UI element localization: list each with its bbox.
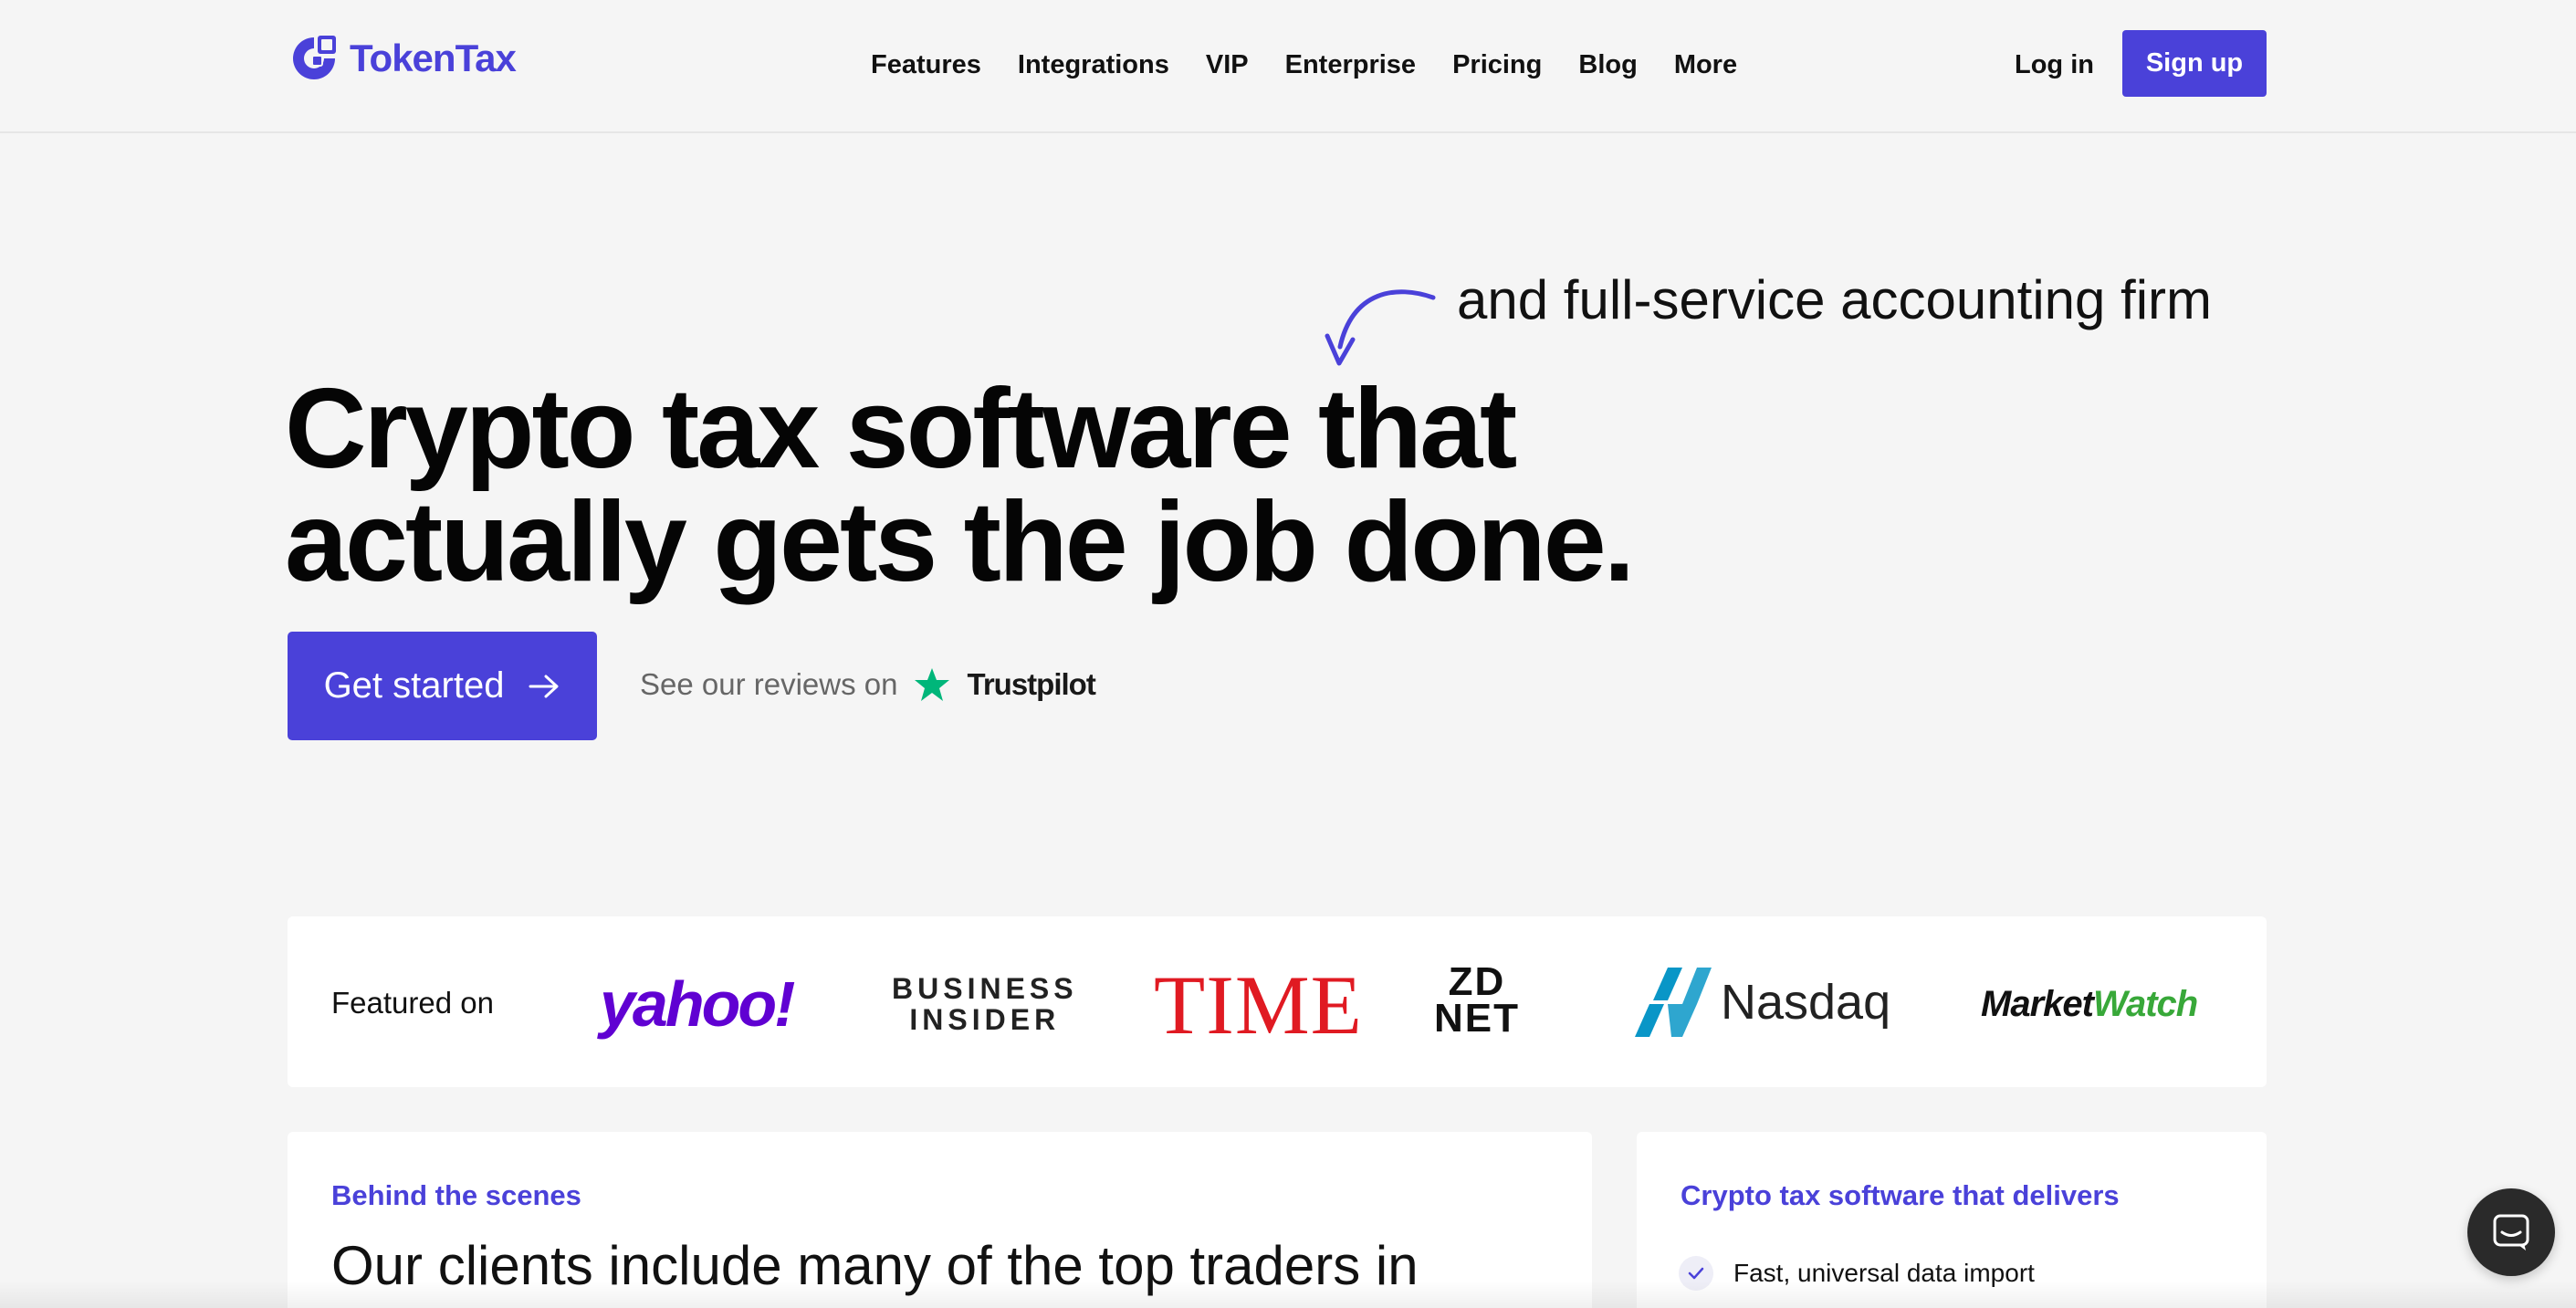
featured-on-band: Featured on yahoo! BUSINESS INSIDER TIME…: [288, 916, 2267, 1087]
nav-features[interactable]: Features: [871, 50, 981, 80]
site-header: TokenTax Features Integrations VIP Enter…: [0, 0, 2576, 133]
card-eyebrow: Behind the scenes: [331, 1179, 581, 1211]
featured-label: Featured on: [331, 986, 494, 1020]
behind-the-scenes-card: Behind the scenes Our clients include ma…: [288, 1132, 1592, 1308]
marketwatch-part-1: Market: [1981, 984, 2094, 1024]
trustpilot-logo: Trustpilot: [967, 667, 1095, 701]
get-started-button[interactable]: Get started: [288, 632, 597, 740]
marketwatch-logo: Market Watch: [1981, 984, 2198, 1025]
signup-button[interactable]: Sign up: [2122, 30, 2267, 97]
main-nav: Features Integrations VIP Enterprise Pri…: [871, 46, 1737, 84]
zdnet-logo: ZD NET: [1434, 959, 1520, 1041]
login-link[interactable]: Log in: [2015, 46, 2094, 84]
nav-pricing[interactable]: Pricing: [1452, 50, 1542, 80]
star-icon: [915, 668, 950, 701]
bi-line-2: INSIDER: [909, 1003, 1061, 1036]
nav-vip[interactable]: VIP: [1206, 50, 1249, 80]
business-insider-logo: BUSINESS INSIDER: [892, 973, 1078, 1035]
hero-tagline: and full-service accounting firm: [1457, 269, 2213, 330]
get-started-label: Get started: [323, 665, 505, 706]
hero-title-line-2: actually gets the job done.: [285, 479, 1635, 605]
chat-launcher-button[interactable]: [2467, 1188, 2555, 1276]
time-logo: TIME: [1154, 958, 1363, 1052]
hero-title-line-1: Crypto tax software that: [285, 366, 1517, 492]
delivers-card: Crypto tax software that delivers Fast, …: [1637, 1132, 2267, 1308]
card-eyebrow: Crypto tax software that delivers: [1681, 1179, 2120, 1211]
nasdaq-text: Nasdaq: [1721, 975, 1891, 1030]
feature-item-text: Fast, universal data import: [1733, 1259, 2035, 1287]
logo-text: TokenTax: [350, 37, 517, 79]
card-heading: Our clients include many of the top trad…: [331, 1235, 1419, 1296]
nav-blog[interactable]: Blog: [1578, 50, 1637, 80]
arrow-right-icon: [529, 675, 559, 697]
logo[interactable]: TokenTax: [288, 31, 517, 86]
nav-more[interactable]: More: [1674, 50, 1737, 80]
trustpilot-reviews[interactable]: See our reviews on Trustpilot: [640, 657, 1096, 712]
yahoo-logo: yahoo!: [600, 968, 795, 1040]
zd-line-2: NET: [1434, 996, 1520, 1041]
feature-list-item: Fast, universal data import: [1679, 1256, 2035, 1291]
zd-line-1: ZD: [1448, 959, 1506, 1004]
hero-title: Crypto tax software that actually gets t…: [285, 372, 1837, 599]
marketwatch-part-2: Watch: [2092, 984, 2198, 1024]
chat-icon: [2493, 1214, 2529, 1250]
curved-arrow-icon: [1325, 289, 1436, 366]
bi-line-1: BUSINESS: [892, 972, 1078, 1005]
nav-integrations[interactable]: Integrations: [1018, 50, 1169, 80]
nasdaq-mark-icon: [1635, 968, 1712, 1037]
nasdaq-logo: Nasdaq: [1631, 968, 1890, 1037]
nav-enterprise[interactable]: Enterprise: [1285, 50, 1416, 80]
reviews-text: See our reviews on: [640, 667, 898, 701]
check-icon: [1679, 1256, 1713, 1291]
tokentax-logo-icon: [293, 36, 336, 79]
